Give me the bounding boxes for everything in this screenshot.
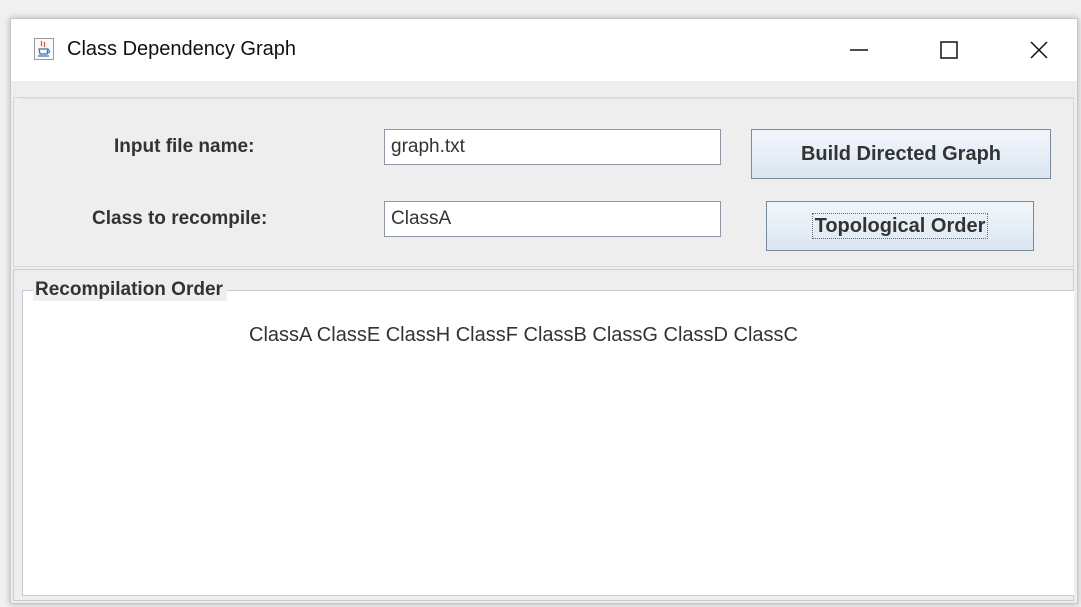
minimize-button[interactable] <box>836 33 882 67</box>
maximize-icon <box>940 41 958 59</box>
minimize-icon <box>850 49 868 51</box>
close-icon <box>1030 41 1048 59</box>
title-bar[interactable]: Class Dependency Graph <box>11 19 1077 81</box>
topological-order-label: Topological Order <box>811 212 989 239</box>
panel-divider <box>22 98 1073 101</box>
topological-order-button[interactable]: Topological Order <box>766 201 1034 251</box>
input-file-field[interactable] <box>384 129 721 165</box>
result-panel: ClassA ClassE ClassH ClassF ClassB Class… <box>13 269 1074 601</box>
close-button[interactable] <box>1016 33 1062 67</box>
app-window: Class Dependency Graph Input file name: … <box>10 18 1078 604</box>
input-panel: Input file name: Build Directed Graph Cl… <box>13 97 1074 267</box>
maximize-button[interactable] <box>926 33 972 67</box>
recompilation-order-text: ClassA ClassE ClassH ClassF ClassB Class… <box>249 324 798 346</box>
class-to-recompile-field[interactable] <box>384 201 721 237</box>
java-cup-icon[interactable] <box>34 38 54 60</box>
window-title: Class Dependency Graph <box>67 38 297 60</box>
recompilation-order-legend: Recompilation Order <box>33 279 227 301</box>
input-file-label: Input file name: <box>114 136 255 157</box>
build-directed-graph-button[interactable]: Build Directed Graph <box>751 129 1051 179</box>
recompilation-order-box: ClassA ClassE ClassH ClassF ClassB Class… <box>22 290 1074 596</box>
class-to-recompile-label: Class to recompile: <box>92 208 268 229</box>
